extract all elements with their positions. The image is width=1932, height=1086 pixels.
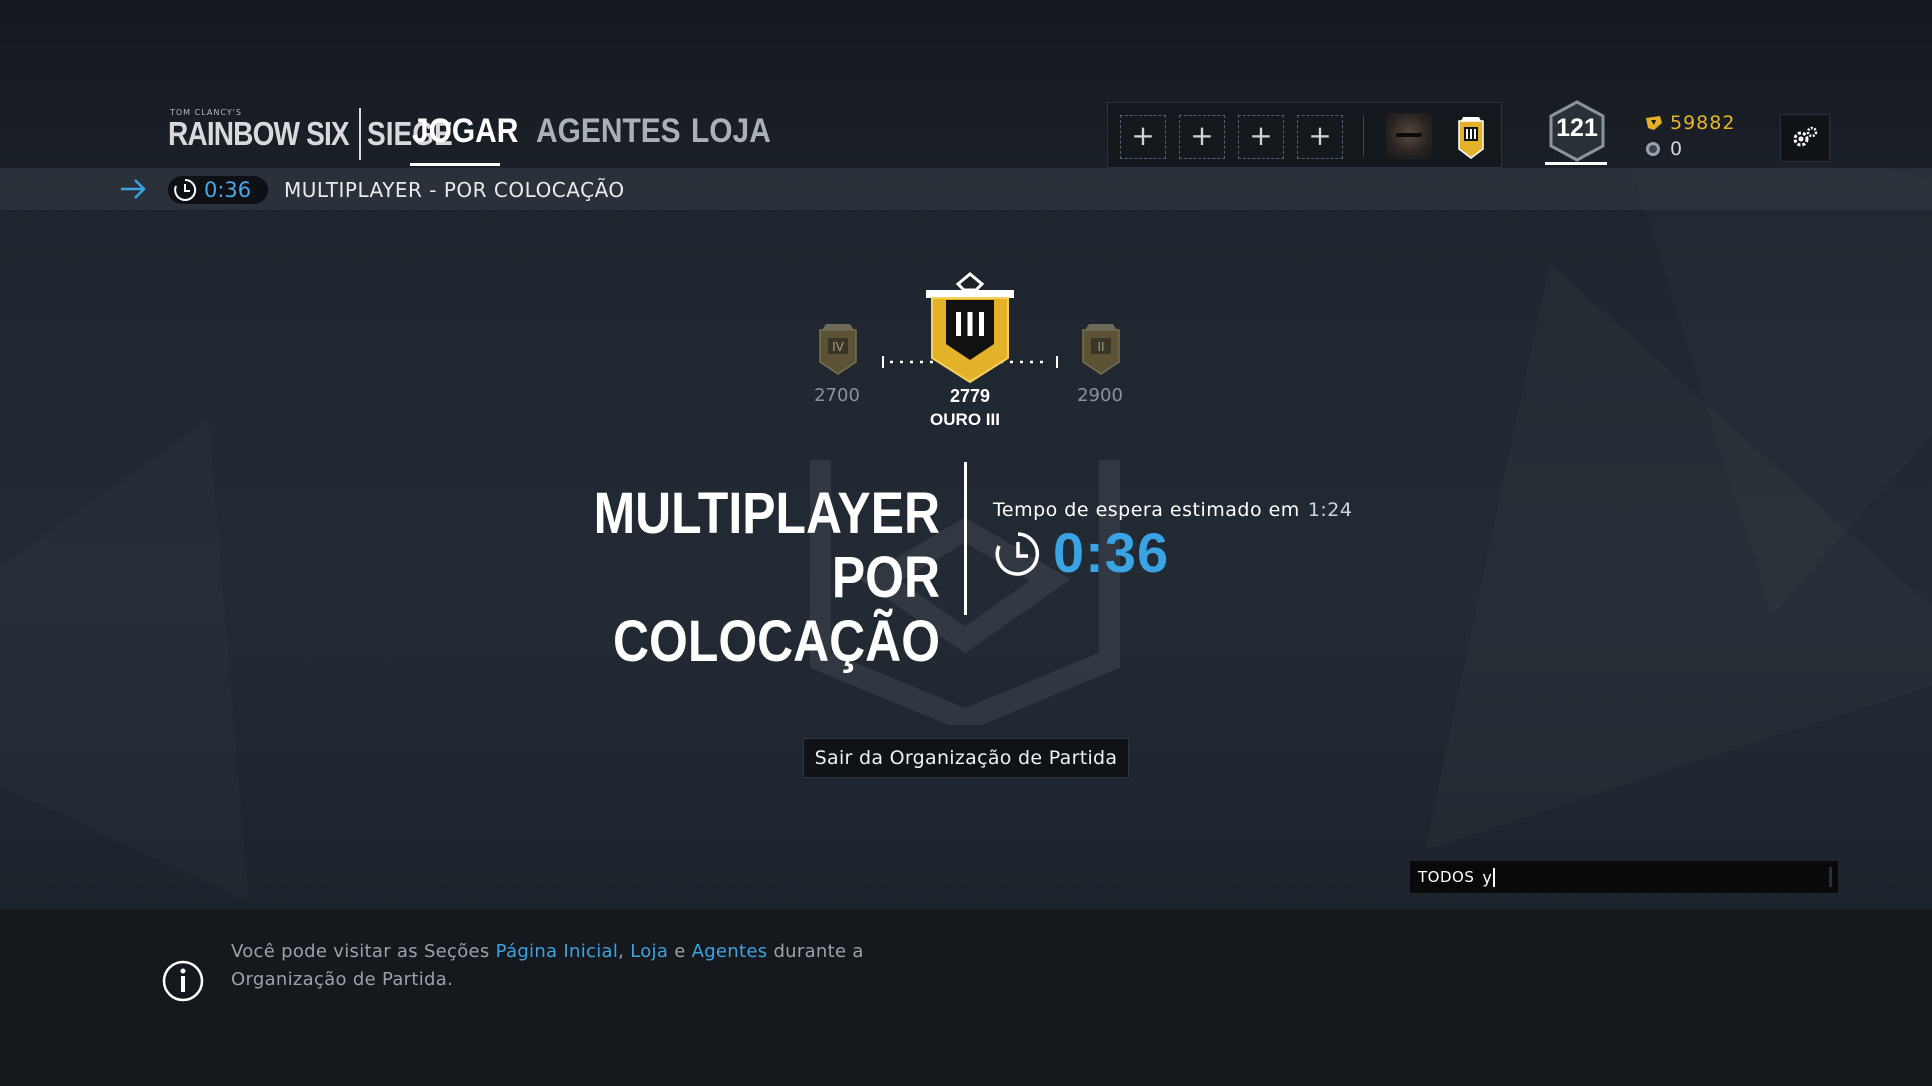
rank-next-value: 2900 xyxy=(1077,385,1123,406)
clock-icon xyxy=(174,178,197,201)
chat-input[interactable]: TODOS y xyxy=(1409,860,1839,894)
renown-amount: 59882 xyxy=(1670,112,1736,134)
chat-input-text: y xyxy=(1482,867,1495,887)
estimated-wait-label: Tempo de espera estimado em 1:24 xyxy=(993,499,1352,521)
gold-rank-small-icon[interactable] xyxy=(1451,111,1491,161)
link-loja[interactable]: Loja xyxy=(630,941,668,962)
matchmaking-timer-pill: 0:36 xyxy=(168,176,268,204)
nav-tab-loja[interactable]: LOJA xyxy=(691,112,771,151)
invite-slot-button[interactable]: + xyxy=(1297,115,1343,159)
title-divider xyxy=(964,462,967,615)
logo-separator xyxy=(358,108,361,160)
estimated-wait-text: Tempo de espera estimado em xyxy=(993,499,1300,521)
rank-prev-value: 2700 xyxy=(814,385,860,406)
renown-icon xyxy=(1646,116,1662,130)
rank-current-name: OURO III xyxy=(930,410,1000,429)
squad-divider xyxy=(1363,115,1364,157)
level-progress-bar xyxy=(1545,162,1607,165)
rank-next-numeral: II xyxy=(1097,340,1104,354)
estimated-wait-time: 1:24 xyxy=(1307,499,1353,521)
footer-panel xyxy=(0,910,1932,1086)
rank-next-icon: II xyxy=(1082,324,1120,375)
footer-tip-text: Você pode visitar as Seções Página Inici… xyxy=(231,941,864,990)
nav-tab-jogar[interactable]: JOGAR xyxy=(412,112,518,151)
background-shape xyxy=(1264,170,1932,850)
rank-prev-icon: IV xyxy=(819,324,857,375)
link-pagina-inicial[interactable]: Página Inicial xyxy=(496,941,619,962)
arrow-right-icon[interactable] xyxy=(118,174,148,204)
player-level: 121 xyxy=(1556,114,1598,142)
background-shape xyxy=(0,318,426,902)
clock-icon xyxy=(995,532,1040,576)
invite-slot-button[interactable]: + xyxy=(1120,115,1166,159)
r6-credits-amount: 0 xyxy=(1670,138,1683,160)
settings-button[interactable] xyxy=(1780,114,1830,162)
link-agentes[interactable]: Agentes xyxy=(692,941,768,962)
match-mode-title-line2: POR COLOCAÇÃO xyxy=(613,545,940,674)
nav-active-underline xyxy=(410,163,500,166)
invite-slot-button[interactable]: + xyxy=(1179,115,1225,159)
r6-credits-icon xyxy=(1646,142,1660,156)
currency-display: 59882 0 xyxy=(1645,110,1735,162)
matchmaking-timer: 0:36 xyxy=(1053,521,1170,584)
matchmaking-timer-small: 0:36 xyxy=(204,178,252,202)
chat-scope-label: TODOS xyxy=(1418,868,1475,886)
logo-word-rainbow-six: RAINBOW SIX xyxy=(168,115,350,152)
match-mode-title: MULTIPLAYER POR COLOCAÇÃO xyxy=(536,482,940,674)
info-icon xyxy=(162,960,204,1002)
gold-III-rank-icon xyxy=(926,272,1014,384)
match-mode-title-line1: MULTIPLAYER xyxy=(593,481,940,546)
gear-icon xyxy=(1793,126,1818,147)
chat-scrollbar[interactable] xyxy=(1829,867,1832,887)
invite-slot-button[interactable]: + xyxy=(1238,115,1284,159)
player-avatar[interactable] xyxy=(1386,113,1432,159)
nav-tab-agentes[interactable]: AGENTES xyxy=(536,112,681,151)
player-level-badge: 121 xyxy=(1547,100,1607,164)
rank-current-value: 2779 xyxy=(949,386,991,406)
matchmaking-mode-title: MULTIPLAYER - POR COLOCAÇÃO xyxy=(284,178,625,202)
squad-panel: + + + + xyxy=(1107,102,1502,168)
leave-matchmaking-button[interactable]: Sair da Organização de Partida xyxy=(803,738,1129,778)
rank-prev-numeral: IV xyxy=(832,340,845,354)
